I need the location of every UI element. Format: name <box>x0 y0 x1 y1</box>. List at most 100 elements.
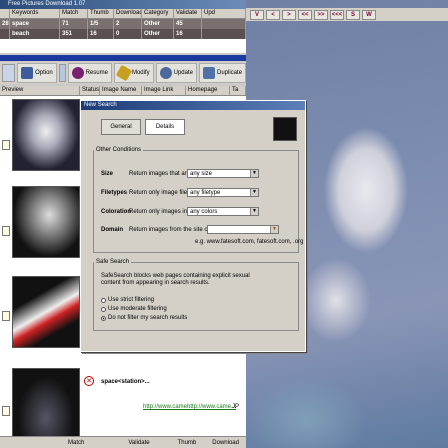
photo-btn-next2[interactable]: >> <box>314 9 328 20</box>
download-cell: 2 <box>114 19 142 29</box>
radio-strict-label: Use strict filtering <box>108 297 155 303</box>
search-box-icon[interactable] <box>2 64 16 82</box>
header-homepage[interactable]: Homepage <box>186 86 230 95</box>
row-icon <box>2 140 10 150</box>
thumbnail-shuttle[interactable] <box>12 276 80 348</box>
radio-strict[interactable]: Use strict filtering <box>101 297 154 303</box>
chevron-down-icon: ▼ <box>250 208 258 215</box>
status-download: Download <box>212 439 239 446</box>
status-match: Match <box>68 439 85 446</box>
magnifier-icon <box>159 67 172 79</box>
other-conditions-group: Other Conditions <box>93 147 299 253</box>
keyword-row[interactable]: 28 space 71 1/5 2 Other 45 <box>0 19 246 29</box>
other-conditions-legend: Other Conditions <box>96 147 142 153</box>
result-homepage[interactable]: http://www.came... <box>187 404 236 410</box>
header-download[interactable]: Download <box>114 9 142 18</box>
header-image-name[interactable]: Image Name <box>100 86 142 95</box>
header-validate[interactable]: Validate <box>174 9 202 18</box>
modify-label: Modify <box>131 70 150 76</box>
header-preview[interactable]: Preview <box>0 86 80 95</box>
thumb-cell: 16 <box>88 29 114 39</box>
photo-btn-v[interactable]: V <box>250 9 264 20</box>
result-type: JP <box>232 404 240 410</box>
option-button[interactable]: Option <box>17 63 57 83</box>
header-category[interactable]: Category <box>142 9 174 18</box>
radio-no-filter-dot <box>101 315 106 321</box>
safe-search-description: SafeSearch blocks web pages containing e… <box>101 273 250 286</box>
chevron-down-icon: ▼ <box>250 189 258 196</box>
keyword-row[interactable]: beach 351 16 0 Other 16 <box>0 29 246 39</box>
coloration-label: Coloration <box>101 209 131 215</box>
photo-btn-s[interactable]: S <box>346 9 360 20</box>
photo-btn-prev[interactable]: < <box>266 9 280 20</box>
dialog-title: New Search <box>81 101 305 110</box>
coloration-select[interactable]: any colors ▼ <box>187 207 259 216</box>
option-icon <box>21 67 34 79</box>
header-thumb[interactable]: Thumb <box>88 9 114 18</box>
photo-btn-first[interactable]: <<< <box>330 9 344 20</box>
radio-no-filter[interactable]: Do not filter my search results <box>101 315 187 321</box>
size-label: Size <box>101 171 114 177</box>
header-status[interactable]: Status <box>80 86 100 95</box>
stop-icon[interactable] <box>58 64 66 82</box>
dialog-tabs: General Details <box>101 119 185 135</box>
resume-button[interactable]: Resume <box>67 63 112 83</box>
radio-no-filter-label: Do not filter my search results <box>108 315 188 321</box>
radio-moderate[interactable]: Use moderate filtering <box>101 306 167 312</box>
size-value: any size <box>190 171 213 177</box>
domain-input[interactable]: ▼ <box>207 225 279 234</box>
window-title: Free Pictures Download 1.07 <box>0 0 246 9</box>
match-cell: 71 <box>60 19 88 29</box>
results-header: Preview Status Image Name Image Link Hom… <box>0 86 246 96</box>
tab-details[interactable]: Details <box>145 119 185 135</box>
size-select[interactable]: any size ▼ <box>187 169 259 178</box>
photo-btn-next[interactable]: > <box>282 9 296 20</box>
resume-label: Resume <box>85 70 108 76</box>
option-label: Option <box>35 70 53 76</box>
error-status-icon: ✕ <box>84 376 94 386</box>
status-thumb: Thumb <box>177 439 197 446</box>
update-button[interactable]: Update <box>155 63 197 83</box>
update-label: Update <box>173 70 193 76</box>
thumbnail-station[interactable] <box>12 368 80 440</box>
keyword-cell: space <box>10 19 60 29</box>
status-bar: Match Validate Thumb Download <box>0 436 246 448</box>
row-marker: 28 <box>2 19 10 29</box>
resume-icon <box>71 67 84 79</box>
thumbnail-astronaut-2[interactable] <box>12 186 80 258</box>
keywords-header: Keywords Match Thumb Download Category V… <box>0 9 246 19</box>
main-toolbar: Option Resume Modify Update Duplicate <box>0 62 246 84</box>
validate-cell: 16 <box>174 29 202 39</box>
header-update[interactable]: Upd <box>202 9 246 18</box>
domain-hint: e.g. www.fatesoft.com, fatesoft.com, .or… <box>195 239 304 245</box>
thumb-cell: 1/5 <box>88 19 114 29</box>
thumbnail-astronaut[interactable] <box>12 99 80 171</box>
row-icon <box>2 406 10 416</box>
row-marker <box>0 29 10 39</box>
filetype-select[interactable]: any filetype ▼ <box>187 188 259 197</box>
duplicate-button[interactable]: Duplicate <box>198 63 246 83</box>
progress-band <box>0 55 246 61</box>
header-image-link[interactable]: Image Link <box>142 86 186 95</box>
photo-btn-w[interactable]: W <box>362 9 376 20</box>
duplicate-icon <box>202 67 215 79</box>
tab-general[interactable]: General <box>101 119 141 135</box>
filetypes-label: Filetypes <box>101 190 128 196</box>
chevron-down-icon: ▼ <box>270 226 278 233</box>
galaxy-icon <box>273 117 297 141</box>
photo-btn-prev2[interactable]: << <box>298 9 312 20</box>
new-search-dialog: New Search General Details Other Conditi… <box>80 100 306 352</box>
modify-button[interactable]: Modify <box>113 63 154 83</box>
keywords-grid: Keywords Match Thumb Download Category V… <box>0 9 246 53</box>
size-desc: Return images that are <box>129 171 191 177</box>
keyword-cell: beach <box>10 29 60 39</box>
header-type[interactable]: Ta <box>230 86 246 95</box>
header-match[interactable]: Match <box>60 9 88 18</box>
radio-moderate-label: Use moderate filtering <box>108 306 167 312</box>
header-keywords[interactable]: Keywords <box>10 9 60 18</box>
result-image-link[interactable]: http://www.came... <box>143 404 192 410</box>
header-marker <box>0 9 10 18</box>
update-cell <box>202 19 246 29</box>
update-cell <box>202 29 246 39</box>
chevron-down-icon: ▼ <box>250 170 258 177</box>
